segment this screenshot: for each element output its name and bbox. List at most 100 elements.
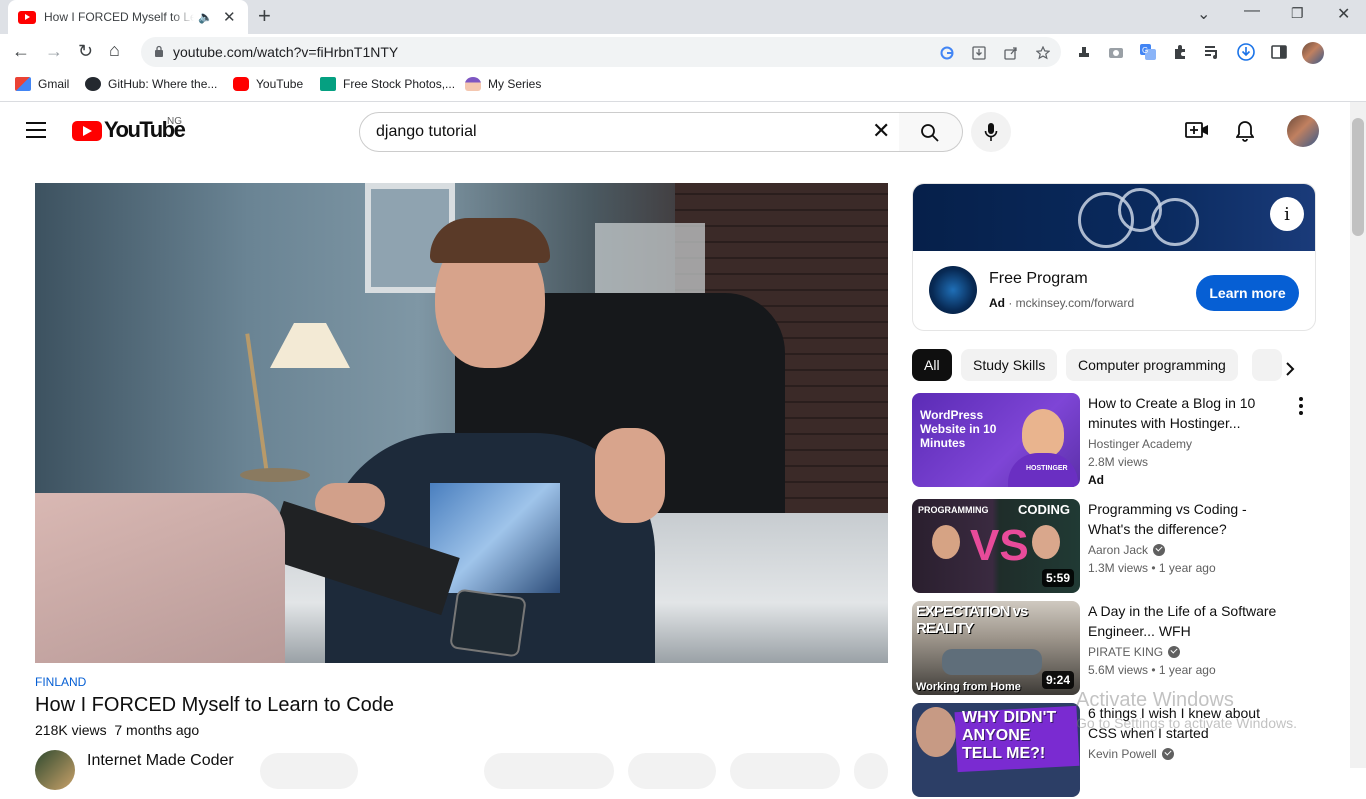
- github-icon: [85, 77, 101, 91]
- download-icon[interactable]: [1237, 43, 1255, 61]
- forward-button[interactable]: →: [45, 42, 63, 60]
- voice-search-button[interactable]: [971, 112, 1011, 152]
- scrollbar-thumb[interactable]: [1352, 118, 1364, 236]
- video-thumbnail[interactable]: WordPress Website in 10 Minutes HOSTINGE…: [912, 393, 1080, 487]
- more-options-kebab-icon[interactable]: [1298, 397, 1304, 415]
- youtube-logo-icon[interactable]: [72, 121, 102, 141]
- upload-age: 7 months ago: [114, 722, 200, 738]
- video-player[interactable]: [35, 183, 888, 663]
- address-bar[interactable]: youtube.com/watch?v=fiHrbnT1NTY: [141, 37, 1061, 67]
- install-app-icon[interactable]: [972, 46, 986, 60]
- chip-study-skills[interactable]: Study Skills: [961, 349, 1058, 381]
- video-thumbnail[interactable]: PROGRAMMING CODING VS 5:59: [912, 499, 1080, 593]
- thumbnail-face: [1032, 525, 1060, 559]
- close-window-button[interactable]: ✕: [1337, 4, 1350, 24]
- advertiser-logo: [929, 266, 977, 314]
- related-channel-name[interactable]: Aaron Jack: [1088, 543, 1166, 557]
- audio-playing-icon[interactable]: 🔈: [198, 10, 213, 24]
- video-thumbnail[interactable]: WHY DIDN'T ANYONE TELL ME?!: [912, 703, 1080, 797]
- ad-card[interactable]: i Free Program Ad · mckinsey.com/forward…: [912, 183, 1316, 331]
- home-button[interactable]: ⌂: [109, 41, 120, 59]
- back-button[interactable]: ←: [12, 42, 30, 60]
- related-video-title[interactable]: A Day in the Life of a Software Engineer…: [1088, 601, 1284, 641]
- video-duration: 9:24: [1041, 671, 1074, 689]
- clear-search-icon[interactable]: ✕: [872, 120, 890, 142]
- related-channel-name[interactable]: PIRATE KING: [1088, 645, 1181, 659]
- ad-info-icon[interactable]: i: [1270, 197, 1304, 231]
- ad-domain: mckinsey.com/forward: [1015, 296, 1135, 310]
- verified-badge-icon: [1153, 544, 1166, 556]
- search-icon: [921, 124, 939, 142]
- related-video-item[interactable]: PROGRAMMING CODING VS 5:59 Programming v…: [912, 499, 1332, 595]
- related-video-title[interactable]: How to Create a Blog in 10 minutes with …: [1088, 393, 1284, 433]
- video-stats: 218K views 7 months ago: [35, 722, 199, 738]
- video-hashtag-link[interactable]: FINLAND: [35, 675, 86, 689]
- verified-badge-icon: [1168, 646, 1181, 658]
- menu-hamburger-icon[interactable]: [26, 122, 46, 138]
- bookmark-stock-photos[interactable]: Free Stock Photos,...: [320, 77, 455, 91]
- user-avatar[interactable]: [1287, 115, 1319, 147]
- channel-avatar[interactable]: [35, 750, 75, 790]
- thumbnail-face: [932, 525, 960, 559]
- like-dislike-button[interactable]: [484, 753, 614, 789]
- extensions-puzzle-icon[interactable]: [1172, 44, 1188, 60]
- chevron-right-icon[interactable]: [1278, 357, 1302, 381]
- reload-button[interactable]: ↻: [78, 42, 93, 60]
- new-tab-button[interactable]: +: [258, 5, 271, 27]
- side-panel-icon[interactable]: [1271, 44, 1287, 60]
- video-thumbnail[interactable]: EXPECTATION vs REALITY Working from Home…: [912, 601, 1080, 695]
- channel-name[interactable]: Internet Made Coder: [87, 752, 234, 770]
- learn-more-button[interactable]: Learn more: [1196, 275, 1299, 311]
- share-button[interactable]: [628, 753, 716, 789]
- view-count: 218K views: [35, 722, 107, 738]
- media-queue-icon[interactable]: [1204, 44, 1220, 60]
- browser-tab[interactable]: How I FORCED Myself to Learn to Code - Y…: [8, 0, 248, 34]
- notifications-bell-icon[interactable]: [1236, 120, 1254, 142]
- chrome-profile-avatar[interactable]: [1302, 42, 1324, 64]
- tab-search-chevron-icon[interactable]: ⌄: [1197, 4, 1210, 24]
- subscribe-button[interactable]: [260, 753, 358, 789]
- camera-extension-icon[interactable]: [1108, 44, 1124, 60]
- ad-title[interactable]: Free Program: [989, 270, 1088, 288]
- svg-text:G: G: [1142, 46, 1148, 55]
- bookmark-star-icon[interactable]: [1036, 46, 1050, 60]
- thumbnail-vs-text: VS: [970, 521, 1029, 570]
- video-person-right-hand: [595, 428, 665, 523]
- google-lens-icon[interactable]: [940, 46, 954, 60]
- close-tab-icon[interactable]: ✕: [223, 8, 236, 26]
- minimize-button[interactable]: —: [1244, 2, 1260, 20]
- download-video-button[interactable]: [730, 753, 840, 789]
- youtube-header: YouTube NG django tutorial ✕: [0, 102, 1350, 158]
- related-video-item[interactable]: WordPress Website in 10 Minutes HOSTINGE…: [912, 393, 1332, 489]
- video-title: How I FORCED Myself to Learn to Code: [35, 694, 395, 716]
- thumbnail-text: PROGRAMMING: [918, 505, 989, 515]
- chip-all[interactable]: All: [912, 349, 952, 381]
- country-code: NG: [167, 116, 182, 127]
- restore-button[interactable]: ❐: [1291, 5, 1304, 22]
- bookmark-github[interactable]: GitHub: Where the...: [85, 77, 217, 91]
- bookmark-gmail[interactable]: Gmail: [15, 77, 69, 91]
- related-video-title[interactable]: Programming vs Coding - What's the diffe…: [1088, 499, 1284, 539]
- bookmark-my-series[interactable]: My Series: [465, 77, 541, 91]
- related-video-stats: 5.6M views • 1 year ago: [1088, 663, 1216, 677]
- ad-badge: Ad: [989, 296, 1005, 310]
- tab-title: How I FORCED Myself to Learn to Code - Y…: [44, 10, 194, 24]
- search-input[interactable]: django tutorial: [359, 112, 900, 152]
- thumbnail-face: [916, 707, 956, 757]
- translate-extension-icon[interactable]: G: [1140, 44, 1156, 60]
- ad-badge: Ad: [1088, 473, 1104, 487]
- share-icon[interactable]: [1004, 46, 1018, 60]
- related-video-item[interactable]: EXPECTATION vs REALITY Working from Home…: [912, 601, 1332, 697]
- search-button[interactable]: [899, 112, 963, 152]
- microphone-icon: [984, 123, 998, 141]
- extension-stamp-icon[interactable]: [1076, 44, 1092, 60]
- related-channel-name[interactable]: Kevin Powell: [1088, 747, 1174, 761]
- thumbnail-face: [1022, 409, 1064, 457]
- page-scrollbar[interactable]: [1350, 102, 1366, 768]
- bookmark-youtube[interactable]: YouTube: [233, 77, 303, 91]
- chip-computer-programming[interactable]: Computer programming: [1066, 349, 1238, 381]
- related-channel-name[interactable]: Hostinger Academy: [1088, 437, 1192, 451]
- youtube-favicon-icon: [18, 10, 36, 24]
- create-video-icon[interactable]: [1185, 120, 1209, 140]
- more-actions-button[interactable]: [854, 753, 888, 789]
